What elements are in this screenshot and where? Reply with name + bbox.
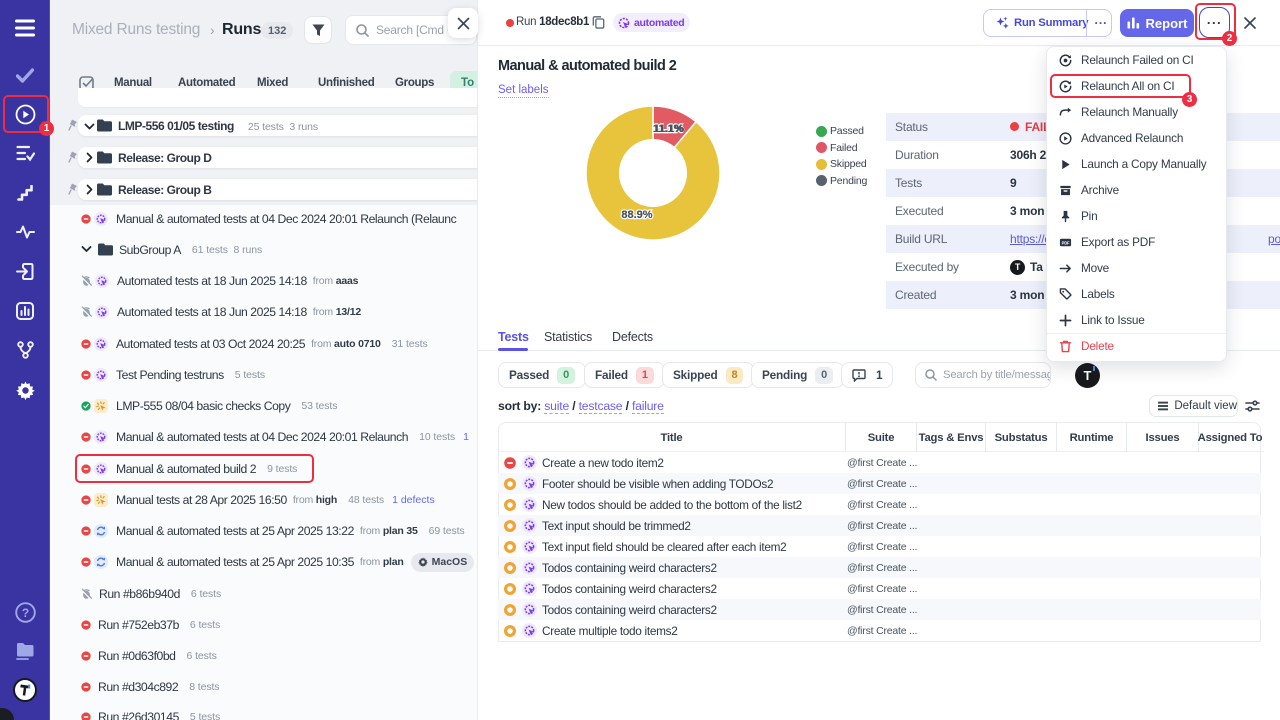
- svg-text:?: ?: [21, 606, 28, 620]
- svg-text:88.9%: 88.9%: [621, 209, 652, 221]
- svg-text:11.1%: 11.1%: [654, 123, 685, 135]
- svg-text:PDF: PDF: [1062, 240, 1070, 245]
